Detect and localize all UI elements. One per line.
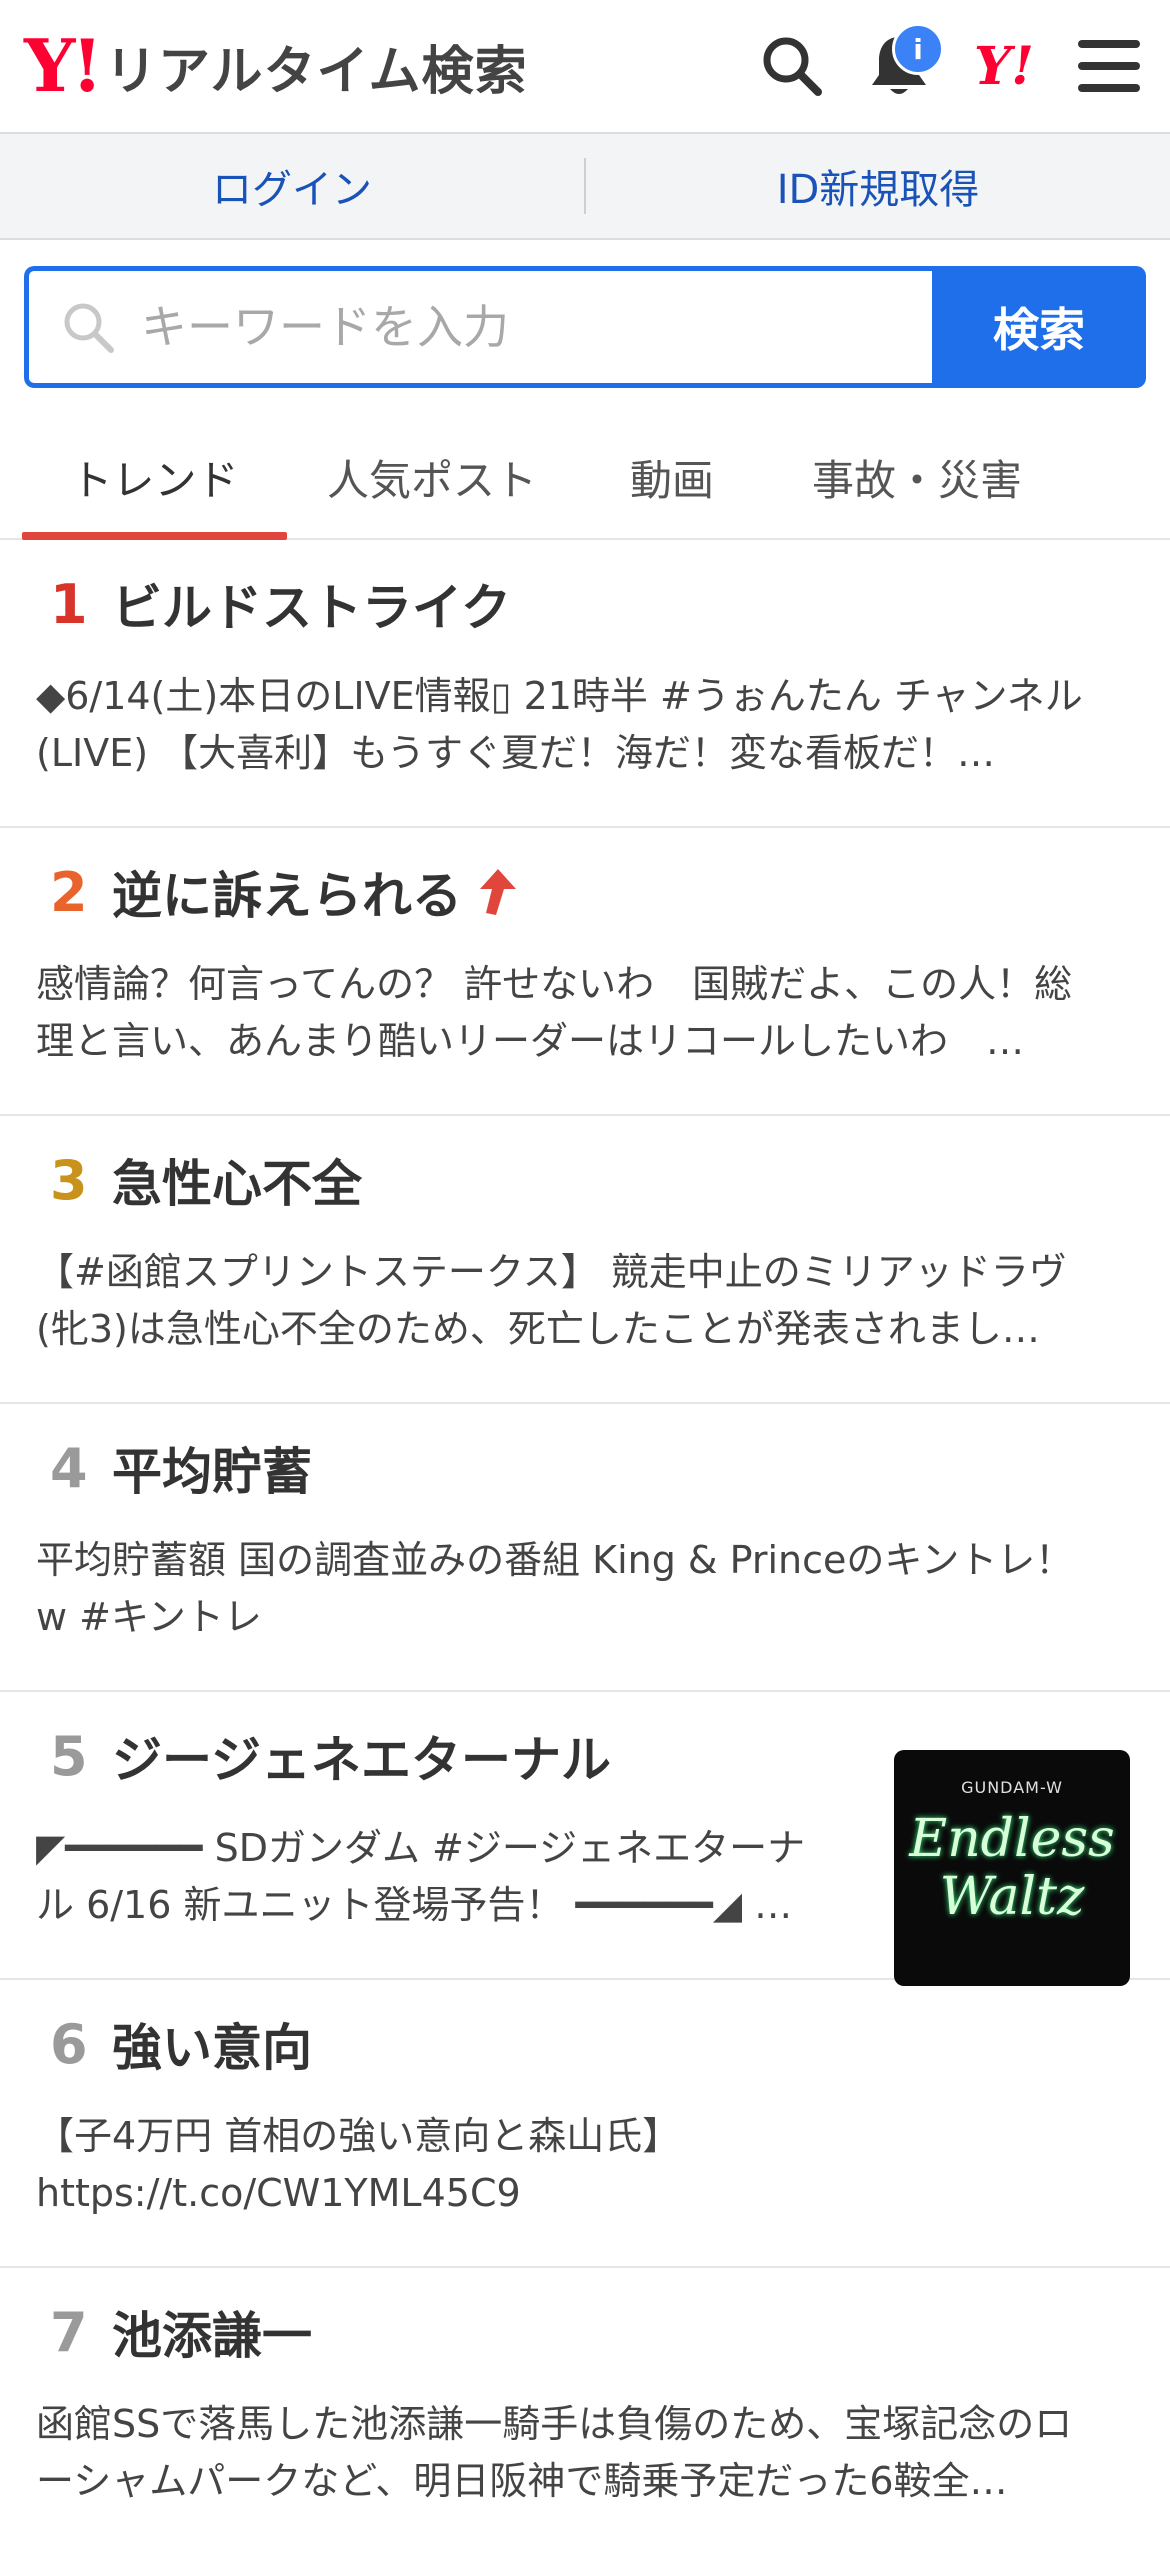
trend-item-header: 7 池添謙一 [36, 2294, 1134, 2370]
header-actions: i Y! [760, 0, 1140, 132]
trend-title[interactable]: ジージェネエターナル [112, 1720, 611, 1792]
trend-item-header: 4 平均貯蓄 [36, 1430, 1134, 1506]
trend-title[interactable]: 強い意向 [112, 2008, 312, 2080]
app-header: Y! リアルタイム検索 i Y! [0, 0, 1170, 134]
trend-title[interactable]: 急性心不全 [112, 1144, 362, 1216]
trend-thumbnail[interactable]: GUNDAM-W Endless Waltz [894, 1750, 1130, 1986]
trend-item-1[interactable]: 1 ビルドストライク ◆6/14(土)本日のLIVE情報▯ 21時半 #うぉんた… [0, 540, 1170, 828]
rank-number: 5 [50, 1724, 88, 1788]
trend-description: ◤━━━━━━ SDガンダム #ジージェネエターナル 6/16 新ユニット登場予… [36, 1826, 806, 1927]
rank-number: 6 [50, 2012, 88, 2076]
thumbnail-text: Endless Waltz [909, 1809, 1115, 1927]
trend-title[interactable]: 逆に訴えられる [112, 856, 462, 928]
trend-title[interactable]: ビルドストライク [112, 568, 511, 640]
search-box [24, 266, 932, 388]
trend-title[interactable]: 池添謙一 [112, 2296, 312, 2368]
rank-number: 3 [50, 1148, 88, 1212]
hamburger-menu-icon[interactable] [1078, 38, 1140, 94]
trend-item-4[interactable]: 4 平均貯蓄 平均貯蓄額 国の調査並みの番組 King & Princeのキント… [0, 1404, 1170, 1692]
register-link[interactable]: ID新規取得 [586, 157, 1170, 215]
notification-badge: i [892, 23, 945, 75]
auth-bar: ログイン ID新規取得 [0, 134, 1170, 240]
trend-description: ◆6/14(土)本日のLIVE情報▯ 21時半 #うぉんたん チャンネル(LIV… [36, 674, 1083, 775]
tab-popular-posts[interactable]: 人気ポスト [287, 416, 577, 538]
trend-item-7[interactable]: 7 池添謙一 函館SSで落馬した池添謙一騎手は負傷のため、宝塚記念のローシャムパ… [0, 2268, 1170, 2556]
notification-bell-icon[interactable]: i [868, 23, 945, 99]
trend-item-header: 3 急性心不全 [36, 1142, 1134, 1218]
trend-title[interactable]: 平均貯蓄 [112, 1432, 312, 1504]
search-input[interactable] [139, 299, 843, 355]
thumbnail-subtitle: GUNDAM-W [961, 1778, 1063, 1797]
service-title: リアルタイム検索 [105, 41, 528, 102]
login-link[interactable]: ログイン [0, 157, 584, 215]
category-tabs: トレンド 人気ポスト 動画 事故・災害 [0, 416, 1170, 540]
trend-item-3[interactable]: 3 急性心不全 【#函館スプリントステークス】 競走中止のミリアッドラヴ(牝3)… [0, 1116, 1170, 1404]
trend-list: 1 ビルドストライク ◆6/14(土)本日のLIVE情報▯ 21時半 #うぉんた… [0, 540, 1170, 2556]
search-form: 検索 [24, 266, 1146, 388]
trend-item-header: 2 逆に訴えられる [36, 854, 1134, 930]
search-field-icon [64, 303, 114, 353]
tab-video[interactable]: 動画 [577, 416, 767, 538]
rank-number: 2 [50, 860, 88, 924]
tab-trend[interactable]: トレンド [22, 416, 287, 540]
trend-item-header: 1 ビルドストライク [36, 566, 1134, 642]
trend-description: 平均貯蓄額 国の調査並みの番組 King & Princeのキントレ！w #キン… [36, 1538, 1074, 1639]
yahoo-logo-mark: Y! [24, 23, 103, 108]
rank-number: 4 [50, 1436, 88, 1500]
trend-item-6[interactable]: 6 強い意向 【子4万円 首相の強い意向と森山氏】 https://t.co/C… [0, 1980, 1170, 2268]
trend-item-5[interactable]: 5 ジージェネエターナル ◤━━━━━━ SDガンダム #ジージェネエターナル … [0, 1692, 1170, 1986]
trend-item-2[interactable]: 2 逆に訴えられる 感情論？何言ってんの？ 許せないわ 国賊だよ、この人！総理と… [0, 828, 1170, 1116]
search-icon[interactable] [760, 34, 824, 98]
trend-item-header: 6 強い意向 [36, 2006, 1134, 2082]
rank-number: 1 [50, 572, 88, 636]
rank-number: 7 [50, 2300, 88, 2364]
rising-arrow-icon [476, 867, 518, 917]
trend-description: 函館SSで落馬した池添謙一騎手は負傷のため、宝塚記念のローシャムパークなど、明日… [36, 2402, 1073, 2503]
tab-accidents-disasters[interactable]: 事故・災害 [767, 416, 1067, 538]
search-button[interactable]: 検索 [932, 266, 1146, 388]
trend-description: 感情論？何言ってんの？ 許せないわ 国賊だよ、この人！総理と言い、あんまり酷いリ… [36, 962, 1073, 1063]
yahoo-japan-icon[interactable]: Y! [974, 36, 1034, 97]
yahoo-realtime-logo[interactable]: Y! リアルタイム検索 [24, 29, 527, 104]
trend-description: 【#函館スプリントステークス】 競走中止のミリアッドラヴ(牝3)は急性心不全のた… [36, 1250, 1067, 1351]
trend-description: 【子4万円 首相の強い意向と森山氏】 https://t.co/CW1YML45… [36, 2114, 681, 2215]
